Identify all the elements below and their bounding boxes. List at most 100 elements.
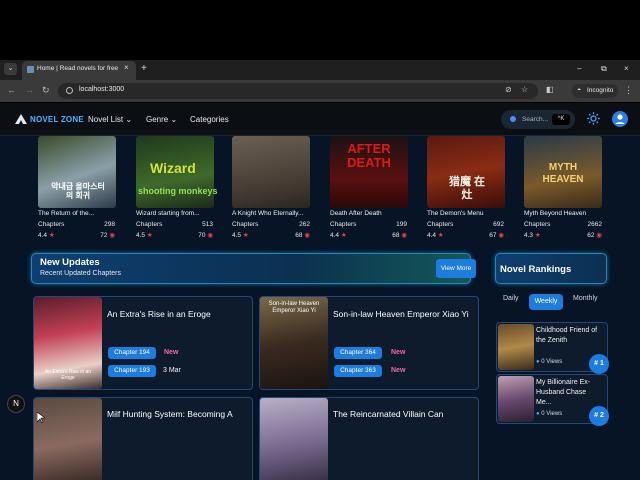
novel-title[interactable]: Wizard starting from... xyxy=(136,210,200,217)
new-tab-button[interactable]: + xyxy=(141,63,147,74)
novel-cover[interactable]: MYTH HEAVEN xyxy=(524,136,602,208)
tab-monthly[interactable]: Monthly xyxy=(573,295,598,302)
new-updates-title: New Updates xyxy=(40,257,100,268)
back-icon[interactable]: ← xyxy=(7,85,16,95)
update-title[interactable]: The Reincarnated Villain Can xyxy=(333,408,483,420)
novel-title[interactable]: Death After Death xyxy=(330,210,382,217)
extensions-icon[interactable]: ◧ xyxy=(546,85,554,94)
tab-search-icon[interactable]: ⌄ xyxy=(4,63,17,75)
eye-icon: ◉ xyxy=(498,232,504,239)
chapters-label: Chapters xyxy=(427,221,454,228)
chevron-down-icon: ⌄ xyxy=(125,115,133,124)
cover-title: Son-in-law Heaven Emperor Xiao Yi xyxy=(268,301,320,314)
ranking-title[interactable]: My Billionaire Ex-Husband Chase Me... xyxy=(536,378,602,408)
novel-title[interactable]: The Return of the... xyxy=(38,210,94,217)
view-more-button[interactable]: View More xyxy=(436,259,476,278)
favicon-icon xyxy=(27,66,34,73)
cover-title: An Extra's Rise in an Eroge xyxy=(44,369,92,381)
minimize-icon[interactable]: – xyxy=(577,64,581,73)
new-updates-subtitle: Recent Updated Chapters xyxy=(40,270,121,277)
ranking-title[interactable]: Childhood Friend of the Zenith xyxy=(536,326,602,346)
chapters-label: Chapters xyxy=(330,221,357,228)
cover-title: Wizard xyxy=(150,160,196,176)
tab-close-icon[interactable]: × xyxy=(124,63,129,72)
novel-rating: 4.5 ★ xyxy=(136,232,153,239)
novel-cover[interactable]: AFTER DEATH xyxy=(330,136,408,208)
chapter-chip[interactable]: Chapter 194 xyxy=(108,347,156,359)
logo-icon[interactable] xyxy=(15,114,27,124)
nav-genre[interactable]: Genre ⌄ xyxy=(146,115,177,124)
user-avatar-icon[interactable] xyxy=(612,111,628,127)
update-cover[interactable] xyxy=(260,398,328,480)
cover-title: AFTER DEATH xyxy=(347,141,391,170)
novel-cover[interactable]: 猎魔 在灶 xyxy=(427,136,505,208)
screen: ⌄ Home | Read novels for free × + – ⧉ × … xyxy=(0,0,640,480)
eye-off-icon[interactable]: ⊘ xyxy=(505,85,512,94)
gear-icon[interactable] xyxy=(586,111,601,126)
site-info-icon[interactable] xyxy=(66,87,73,94)
update-title[interactable]: An Extra's Rise in an Eroge xyxy=(107,308,247,320)
novel-views: 68 ◉ xyxy=(392,232,407,239)
novel-views: 72 ◉ xyxy=(100,232,115,239)
bookmark-star-icon[interactable]: ☆ xyxy=(521,85,528,94)
cover-title: 猎魔 在灶 xyxy=(448,176,486,201)
ranking-cover[interactable] xyxy=(498,376,534,422)
novel-views: 70 ◉ xyxy=(198,232,213,239)
novel-rating: 4.4 ★ xyxy=(330,232,347,239)
novel-cover[interactable]: 악내급 올마스터의 회귀 xyxy=(38,136,116,208)
novel-views: 67 ◉ xyxy=(489,232,504,239)
incognito-label: Incognito xyxy=(587,87,614,94)
browser-menu-icon[interactable]: ⋮ xyxy=(624,85,633,96)
chapter-chip[interactable]: Chapter 363 xyxy=(334,365,382,377)
update-title[interactable]: Milf Hunting System: Becoming A xyxy=(107,408,257,420)
star-icon: ★ xyxy=(146,232,153,239)
chapter-chip[interactable]: Chapter 364 xyxy=(334,347,382,359)
nextjs-dev-icon[interactable]: N xyxy=(7,395,25,413)
update-date: 3 Mar xyxy=(163,367,181,374)
chapters-label: Chapters xyxy=(38,221,65,228)
search-shortcut: ^K xyxy=(552,114,570,125)
eye-icon: ◉ xyxy=(207,232,213,239)
chapter-chip[interactable]: Chapter 193 xyxy=(108,365,156,377)
tab-weekly[interactable]: Weekly xyxy=(529,294,563,310)
update-cover[interactable]: An Extra's Rise in an Eroge xyxy=(34,297,102,389)
novel-rating: 4.4 ★ xyxy=(427,232,444,239)
eye-icon: ◉ xyxy=(109,232,115,239)
user-icon xyxy=(615,114,625,124)
update-cover[interactable] xyxy=(34,398,102,480)
novel-title[interactable]: A Knight Who Eternally... xyxy=(232,210,303,217)
novel-rating: 4.5 ★ xyxy=(232,232,249,239)
new-tag: New xyxy=(391,349,406,356)
address-bar[interactable] xyxy=(58,83,538,99)
url-text[interactable]: localhost:3000 xyxy=(79,86,124,93)
update-cover[interactable]: Son-in-law Heaven Emperor Xiao Yi xyxy=(260,297,328,389)
eye-icon: ● xyxy=(536,359,540,365)
site-logo[interactable]: NOVEL ZONE xyxy=(30,115,84,124)
novel-cover[interactable] xyxy=(232,136,310,208)
novel-rating: 4.4 ★ xyxy=(38,232,55,239)
novel-title[interactable]: Myth Beyond Heaven xyxy=(524,210,586,217)
rank-badge: # 2 xyxy=(589,406,609,426)
star-icon: ★ xyxy=(534,232,541,239)
star-icon: ★ xyxy=(340,232,347,239)
novel-rating: 4.3 ★ xyxy=(524,232,541,239)
nav-categories[interactable]: Categories xyxy=(190,115,229,124)
reload-icon[interactable]: ↻ xyxy=(42,85,50,96)
cover-title: 악내급 올마스터의 회귀 xyxy=(51,182,105,200)
ranking-cover[interactable] xyxy=(498,324,534,370)
window-close-icon[interactable]: × xyxy=(624,64,629,73)
eye-icon: ● xyxy=(536,411,540,417)
cover-subtitle: shooting monkeys xyxy=(138,186,218,196)
novel-views: 68 ◉ xyxy=(295,232,310,239)
novel-cover[interactable]: Wizard shooting monkeys xyxy=(136,136,218,208)
new-tag: New xyxy=(164,349,179,356)
restore-icon[interactable]: ⧉ xyxy=(601,64,607,74)
nav-novel-list[interactable]: Novel List ⌄ xyxy=(88,115,132,124)
update-title[interactable]: Son-in-law Heaven Emperor Xiao Yi xyxy=(333,308,473,320)
star-icon: ★ xyxy=(437,232,444,239)
star-icon: ★ xyxy=(48,232,55,239)
forward-icon[interactable]: → xyxy=(25,85,34,95)
chapter-count: 2662 xyxy=(587,221,602,228)
novel-title[interactable]: The Demon's Menu xyxy=(427,210,484,217)
tab-daily[interactable]: Daily xyxy=(503,295,519,302)
